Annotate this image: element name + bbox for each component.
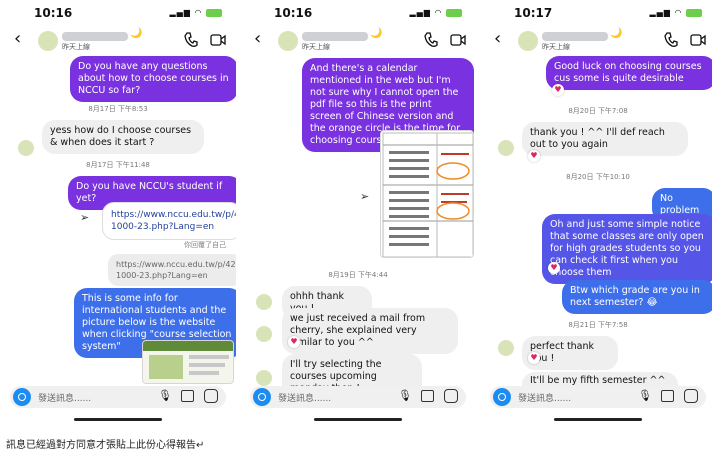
timestamp: 8月17日 下午11:48 — [86, 161, 150, 169]
chat-screen-1: 10:16 ▂▄▆ ◠ ‹ 🌙 昨天上線 Do you have any que… — [0, 0, 236, 428]
avatar[interactable] — [256, 370, 272, 386]
sticker-icon[interactable] — [444, 389, 458, 403]
status-bar: 10:16 ▂▄▆ ◠ — [0, 0, 236, 28]
chat-screen-2: 10:16 ▂▄▆ ◠ ‹ 🌙 昨天上線 And there's a calen… — [240, 0, 476, 428]
message-input[interactable]: 發送訊息...... — [38, 391, 91, 404]
timestamp: 8月20日 下午10:10 — [566, 173, 630, 181]
microphone-icon[interactable]: 🎙 — [398, 389, 412, 402]
status-icons: ▂▄▆ ◠ — [169, 8, 222, 17]
video-call-icon[interactable] — [210, 33, 226, 47]
avatar[interactable] — [498, 340, 514, 356]
timestamp: 8月19日 下午4:44 — [328, 271, 388, 279]
chat-header: ‹ 🌙 昨天上線 — [0, 28, 236, 54]
camera-icon[interactable] — [13, 388, 31, 406]
microphone-icon[interactable]: 🎙 — [158, 389, 172, 402]
status-icons: ▂▄▆ ◠ — [649, 8, 702, 17]
heart-reaction-icon[interactable]: ♥ — [548, 262, 560, 274]
sticker-icon[interactable] — [684, 389, 698, 403]
calendar-grid-graphic — [382, 132, 473, 257]
phone-call-icon[interactable] — [424, 32, 438, 48]
status-icons: ▂▄▆ ◠ — [409, 8, 462, 17]
message-input[interactable]: 發送訊息...... — [278, 391, 331, 404]
avatar[interactable] — [256, 326, 272, 342]
clock: 10:16 — [274, 6, 313, 20]
microphone-icon[interactable]: 🎙 — [638, 389, 652, 402]
battery-icon — [446, 8, 462, 17]
screenshot-image[interactable] — [142, 340, 234, 384]
home-indicator — [314, 418, 402, 421]
message-received[interactable]: we just received a mail from cherry, she… — [282, 308, 458, 354]
message-sent[interactable]: Oh and just some simple notice that some… — [542, 214, 712, 284]
message-received[interactable]: thank you ! ^^ I'll def reach out to you… — [522, 122, 688, 156]
gallery-icon[interactable] — [421, 390, 434, 402]
active-status: 昨天上線 — [542, 43, 570, 51]
report-caption: 訊息已經過對方同意才張貼上此份心得報告↵ — [6, 440, 205, 450]
heart-reaction-icon[interactable]: ♥ — [528, 150, 540, 162]
video-call-icon[interactable] — [450, 33, 466, 47]
website-screenshot-graphic — [143, 341, 233, 379]
share-icon[interactable]: ➢ — [80, 211, 89, 224]
timestamp: 8月17日 下午8:53 — [88, 105, 148, 113]
chat-header: ‹ 🌙 昨天上線 — [240, 28, 476, 54]
heart-reaction-icon[interactable]: ♥ — [528, 352, 540, 364]
contact-name-blurred[interactable] — [302, 32, 368, 41]
status-bar: 10:16 ▂▄▆ ◠ — [240, 0, 476, 28]
clock: 10:16 — [34, 6, 73, 20]
chat-header: ‹ 🌙 昨天上線 — [480, 28, 712, 54]
avatar[interactable] — [18, 140, 34, 156]
back-arrow-icon[interactable]: ‹ — [254, 28, 261, 50]
video-call-icon[interactable] — [690, 33, 706, 47]
back-arrow-icon[interactable]: ‹ — [14, 28, 21, 50]
avatar[interactable] — [498, 140, 514, 156]
message-sent[interactable]: Do you have any questions about how to c… — [70, 56, 236, 102]
battery-icon — [206, 8, 222, 17]
share-icon[interactable]: ➢ — [360, 190, 369, 203]
heart-reaction-icon[interactable]: ♥ — [552, 84, 564, 96]
home-indicator — [74, 418, 162, 421]
contact-name-blurred[interactable] — [542, 32, 608, 41]
message-sent[interactable]: Btw which grade are you in next semester… — [562, 280, 712, 314]
calendar-screenshot-image[interactable] — [380, 130, 474, 258]
avatar[interactable] — [256, 294, 272, 310]
timestamp: 8月20日 下午7:08 — [568, 107, 628, 115]
status-bar: 10:17 ▂▄▆ ◠ — [480, 0, 712, 28]
gallery-icon[interactable] — [661, 390, 674, 402]
quoted-reply[interactable]: https://www.nccu.edu.tw/p/426-1000-23.ph… — [108, 254, 236, 286]
moon-emoji-icon: 🌙 — [610, 28, 623, 39]
active-status: 昨天上線 — [302, 43, 330, 51]
message-received[interactable]: yess how do I choose courses & when does… — [42, 120, 204, 154]
moon-emoji-icon: 🌙 — [370, 28, 383, 39]
moon-emoji-icon: 🌙 — [130, 28, 143, 39]
camera-icon[interactable] — [493, 388, 511, 406]
message-composer[interactable]: 發送訊息...... 🎙 — [250, 386, 466, 408]
contact-name-blurred[interactable] — [62, 32, 128, 41]
phone-call-icon[interactable] — [184, 32, 198, 48]
avatar[interactable] — [278, 31, 298, 51]
back-arrow-icon[interactable]: ‹ — [494, 28, 501, 50]
chat-screen-3: 10:17 ▂▄▆ ◠ ‹ 🌙 昨天上線 Good luck on choosi… — [480, 0, 712, 428]
sticker-icon[interactable] — [204, 389, 218, 403]
clock: 10:17 — [514, 6, 553, 20]
avatar[interactable] — [518, 31, 538, 51]
link-message[interactable]: https://www.nccu.edu.tw/p/426-1000-23.ph… — [102, 202, 236, 240]
active-status: 昨天上線 — [62, 43, 90, 51]
avatar[interactable] — [38, 31, 58, 51]
camera-icon[interactable] — [253, 388, 271, 406]
message-composer[interactable]: 發送訊息...... 🎙 — [490, 386, 706, 408]
home-indicator — [554, 418, 642, 421]
phone-call-icon[interactable] — [664, 32, 678, 48]
timestamp: 8月21日 下午7:58 — [568, 321, 628, 329]
heart-reaction-icon[interactable]: ♥ — [288, 336, 300, 348]
message-sent[interactable]: Good luck on choosing courses cus some i… — [546, 56, 712, 90]
reply-note: 你回覆了自己 — [184, 241, 226, 249]
battery-icon — [686, 8, 702, 17]
message-input[interactable]: 發送訊息...... — [518, 391, 571, 404]
message-composer[interactable]: 發送訊息...... 🎙 — [10, 386, 226, 408]
gallery-icon[interactable] — [181, 390, 194, 402]
